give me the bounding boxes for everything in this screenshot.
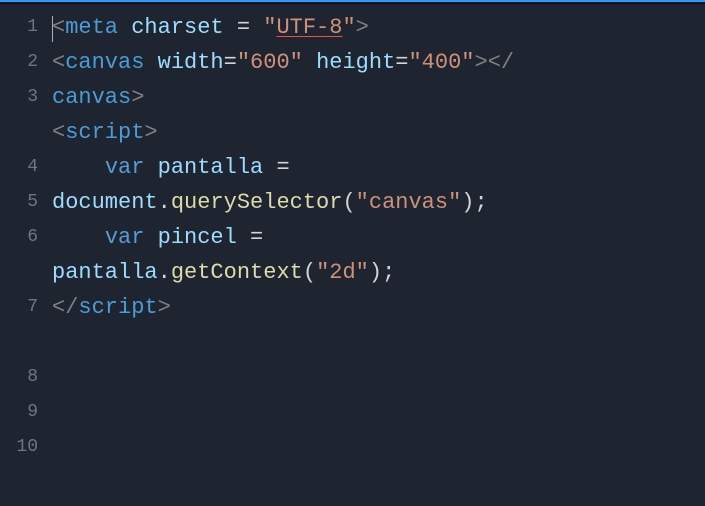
attr-value-error: UTF-8 [276, 15, 342, 40]
tag-bracket: > [356, 15, 369, 40]
equals: = [237, 225, 277, 250]
paren: ( [303, 260, 316, 285]
whitespace [303, 50, 316, 75]
code-line[interactable]: var pantalla = [46, 150, 705, 185]
function-call: querySelector [171, 190, 343, 215]
code-content[interactable]: <meta charset = "UTF-8"> <canvas width="… [46, 4, 705, 506]
tag-name: script [65, 120, 144, 145]
tag-name: meta [65, 15, 118, 40]
semicolon: ; [475, 190, 488, 215]
tag-bracket: < [52, 15, 65, 40]
string-literal: "canvas" [356, 190, 462, 215]
tag-bracket: </ [52, 295, 78, 320]
attr-value: "600" [237, 50, 303, 75]
string-quote: " [263, 15, 276, 40]
attr-name: charset [131, 15, 223, 40]
code-line-wrap[interactable]: pantalla.getContext("2d"); [46, 255, 705, 290]
code-line-wrap[interactable]: document.querySelector("canvas"); [46, 185, 705, 220]
line-number: 2 [0, 45, 46, 80]
paren: ) [461, 190, 474, 215]
line-number: 10 [0, 430, 46, 465]
line-number: 4 [0, 150, 46, 185]
equals: = [395, 50, 408, 75]
line-number: 9 [0, 395, 46, 430]
line-number: 3 [0, 80, 46, 115]
tag-bracket: > [475, 50, 488, 75]
string-quote: " [342, 15, 355, 40]
keyword: var [105, 225, 145, 250]
line-number: 1 [0, 10, 46, 45]
code-line[interactable]: </script> [46, 290, 705, 325]
tag-name: canvas [65, 50, 144, 75]
dot: . [158, 260, 171, 285]
paren: ( [342, 190, 355, 215]
code-line[interactable]: <meta charset = "UTF-8"> [46, 10, 705, 45]
function-call: getContext [171, 260, 303, 285]
whitespace [144, 50, 157, 75]
line-number: 5 [0, 185, 46, 220]
whitespace [144, 225, 157, 250]
text-cursor [52, 16, 53, 42]
dot: . [158, 190, 171, 215]
identifier: document [52, 190, 158, 215]
keyword: var [105, 155, 145, 180]
tag-bracket: </ [488, 50, 514, 75]
tag-name: canvas [52, 85, 131, 110]
code-line[interactable]: <canvas width="600" height="400"></ [46, 45, 705, 80]
active-tab-indicator [0, 0, 705, 2]
line-number: 6 [0, 220, 46, 255]
identifier: pincel [158, 225, 237, 250]
attr-value: "400" [408, 50, 474, 75]
whitespace [52, 155, 105, 180]
equals: = [263, 155, 303, 180]
tag-bracket: > [131, 85, 144, 110]
identifier: pantalla [158, 155, 264, 180]
code-line[interactable]: <script> [46, 115, 705, 150]
equals: = [224, 15, 264, 40]
tag-bracket: < [52, 120, 65, 145]
tag-bracket: < [52, 50, 65, 75]
code-line[interactable]: var pincel = [46, 220, 705, 255]
code-line-wrap[interactable]: canvas> [46, 80, 705, 115]
tag-bracket: > [144, 120, 157, 145]
code-editor[interactable]: 1 2 3 . 4 5 6 . 7 . 8 9 10 <meta charset… [0, 4, 705, 506]
equals: = [224, 50, 237, 75]
line-number-gutter: 1 2 3 . 4 5 6 . 7 . 8 9 10 [0, 4, 46, 506]
line-number: 7 [0, 290, 46, 325]
attr-name: height [316, 50, 395, 75]
string-literal: "2d" [316, 260, 369, 285]
tag-bracket: > [158, 295, 171, 320]
tag-name: script [78, 295, 157, 320]
semicolon: ; [382, 260, 395, 285]
whitespace [52, 225, 105, 250]
attr-name: width [158, 50, 224, 75]
whitespace [118, 15, 131, 40]
line-number: 8 [0, 360, 46, 395]
paren: ) [369, 260, 382, 285]
whitespace [144, 155, 157, 180]
identifier: pantalla [52, 260, 158, 285]
